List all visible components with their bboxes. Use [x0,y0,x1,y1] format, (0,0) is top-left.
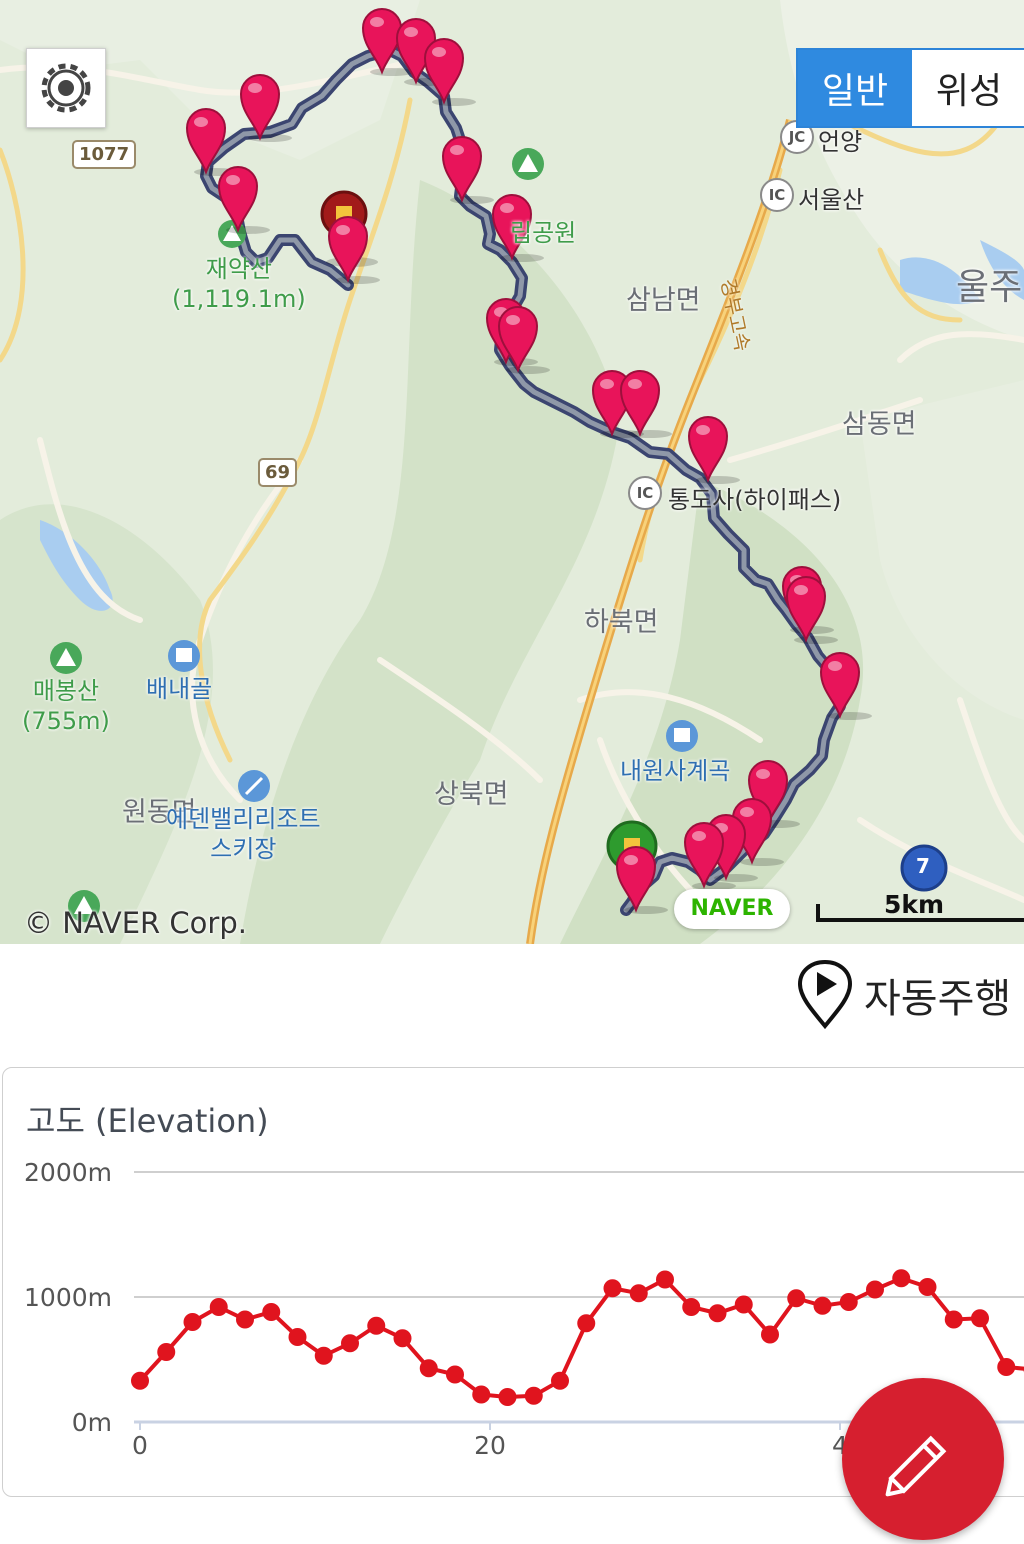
road-1077-icon: 1077 [72,140,136,169]
elevation-point [892,1269,910,1287]
place-label-naewonsa: 내원사계곡 [620,756,730,786]
district-label-samdong: 삼동면 [842,402,917,441]
mountain-icon [50,642,82,674]
peak-label-maebongsan: 매봉산 (755m) [22,676,110,736]
ski-icon [238,770,270,802]
ic-badge: IC [760,178,794,212]
elevation-point [866,1281,884,1299]
elevation-point [262,1303,280,1321]
y-tick-label: 0m [72,1408,112,1437]
elevation-point [787,1289,805,1307]
road-69-icon: 69 [258,458,297,487]
elevation-point [472,1386,490,1404]
peak-name: 재약산 [172,254,306,284]
elevation-point [420,1359,438,1377]
peak-height: (755m) [22,706,110,736]
map[interactable]: 재약산 (1,119.1m) 매봉산 (755m) 립공원 울주 삼남면 삼동면… [0,0,1024,944]
ic-badge: IC [628,476,662,510]
elevation-title: 고도 (Elevation) [26,1096,269,1142]
y-tick-label: 1000m [24,1283,112,1312]
elevation-point [446,1366,464,1384]
y-tick-label: 2000m [24,1158,112,1187]
waypoint-marker-icon[interactable] [621,371,672,438]
elevation-point [971,1309,989,1327]
autoplay-label: 자동주행 [864,966,1011,1024]
elevation-point [367,1317,385,1335]
elevation-point [709,1304,727,1322]
interchange-label-tongdosa: 통도사(하이패스) [668,480,841,515]
temple-icon [168,640,200,672]
elevation-point [289,1328,307,1346]
city-label-ulju: 울주 [956,258,1022,310]
autoplay-button[interactable]: 자동주행 [796,960,1011,1030]
elevation-point [761,1326,779,1344]
park-label: 립공원 [510,218,576,248]
elevation-point [630,1284,648,1302]
elevation-point [997,1358,1015,1376]
waypoint-marker-icon[interactable] [425,39,476,106]
place-name: 에덴밸리리조트 [166,804,321,834]
elevation-point [840,1293,858,1311]
interchange-label-seoulsan: 서울산 [798,180,864,215]
elevation-point [656,1271,674,1289]
peak-label-jaeyaksan: 재약산 (1,119.1m) [172,254,306,314]
elevation-point [604,1279,622,1297]
elevation-point [210,1298,228,1316]
waypoint-marker-icon[interactable] [443,137,494,204]
edit-button[interactable] [842,1378,1004,1540]
play-location-icon [796,960,854,1030]
elevation-point [551,1372,569,1390]
elevation-point [499,1388,517,1406]
district-label-sangbuk: 상북면 [434,772,509,811]
peak-name: 매봉산 [22,676,110,706]
mountain-icon [512,148,544,180]
place-label-eden: 에덴밸리리조트 스키장 [166,804,321,864]
district-label-samnam: 삼남면 [626,278,701,317]
elevation-point [735,1296,753,1314]
x-tick-label: 20 [474,1431,506,1460]
map-type-normal-button[interactable]: 일반 [798,50,912,126]
elevation-point [577,1314,595,1332]
x-tick-label: 0 [132,1431,148,1460]
map-type-satellite-button[interactable]: 위성 [912,50,1024,126]
district-label-habuk: 하북면 [584,600,659,639]
settings-button[interactable] [26,48,106,128]
map-copyright: © NAVER Corp. [24,906,247,940]
elevation-point [315,1347,333,1365]
elevation-point [814,1297,832,1315]
elevation-point [945,1311,963,1329]
elevation-point [157,1343,175,1361]
elevation-point [341,1334,359,1352]
scale-label: 5km [884,890,944,919]
elevation-point [236,1311,254,1329]
elevation-point [682,1298,700,1316]
elevation-point [394,1329,412,1347]
map-type-toggle[interactable]: 일반 위성 [796,48,1024,128]
place-name: 스키장 [166,834,321,864]
pencil-icon [842,1378,1004,1540]
naver-logo[interactable]: NAVER [674,889,790,929]
gear-icon [27,49,105,127]
elevation-point [525,1387,543,1405]
highway-7-label: 7 [916,854,930,878]
place-label-baenaegol: 배내골 [146,674,212,704]
elevation-point [131,1372,149,1390]
peak-height: (1,119.1m) [172,284,306,314]
temple-icon [666,720,698,752]
elevation-point [184,1313,202,1331]
mountain-icon [218,220,246,248]
elevation-point [919,1278,937,1296]
